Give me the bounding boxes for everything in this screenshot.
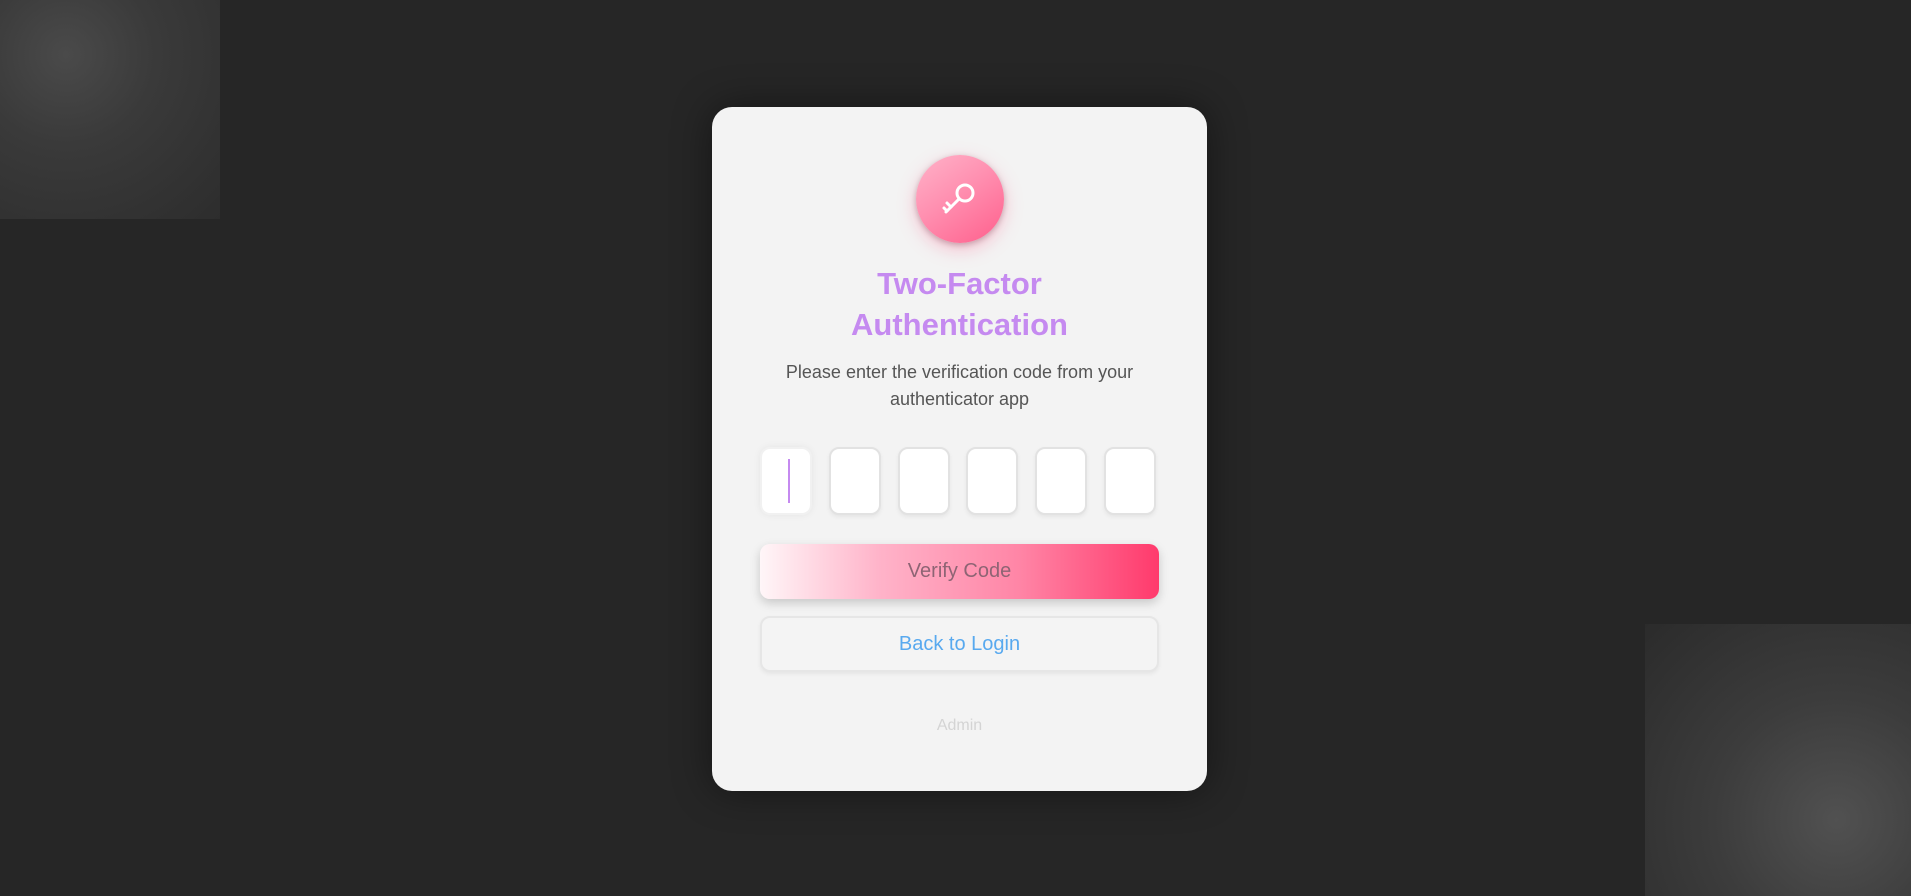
back-to-login-button[interactable]: Back to Login [760,616,1159,672]
instructions-text: Please enter the verification code from … [785,362,1134,409]
page-title-line-2: Authentication [851,307,1068,342]
background-glow-bottom-right [1645,624,1911,896]
background-glow-top-left [0,0,220,219]
verify-code-button[interactable]: Verify Code [760,544,1159,599]
code-digit-4-input[interactable] [966,447,1018,515]
footer-label: Admin [936,717,983,734]
code-digit-6-input[interactable] [1104,447,1156,515]
page-title-line-1: Two-Factor [877,266,1042,301]
code-digit-3-input[interactable] [898,447,950,515]
two-factor-card: Two-Factor Authentication Please enter t… [712,107,1207,791]
code-digit-2-input[interactable] [829,447,881,515]
page-title: Two-Factor Authentication [712,263,1207,345]
text-caret [788,459,790,503]
code-digit-1-input[interactable] [760,447,812,515]
key-logo [916,155,1004,243]
code-digit-5-input[interactable] [1035,447,1087,515]
